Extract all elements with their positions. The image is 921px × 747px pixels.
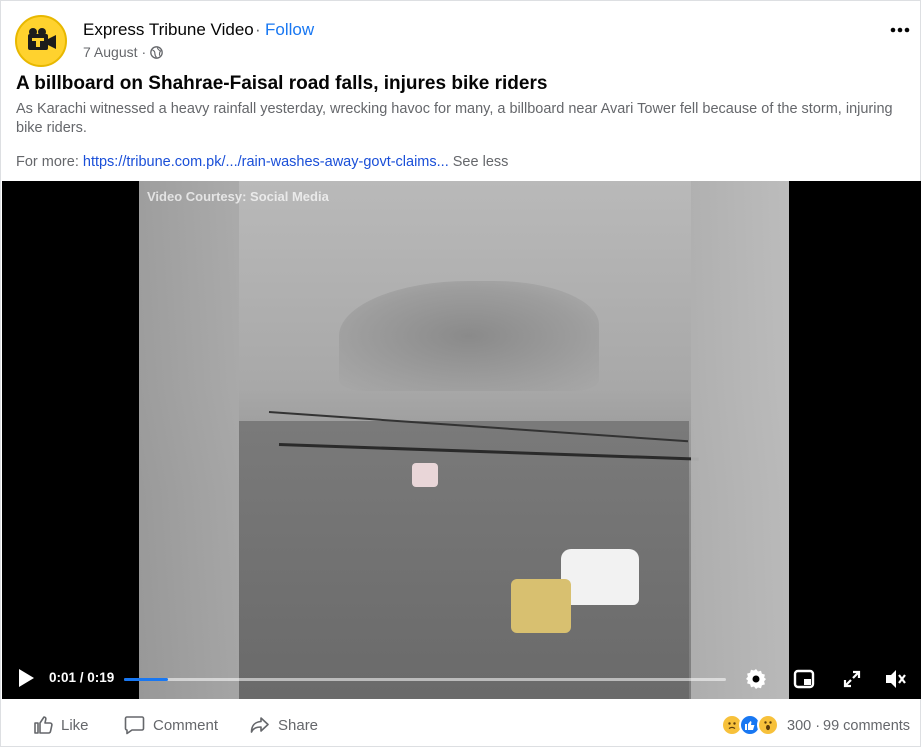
article-link[interactable]: https://tribune.com.pk/.../rain-washes-a… [83,154,449,170]
settings-button[interactable] [742,665,770,693]
fullscreen-icon [843,670,861,688]
comment-label: Comment [153,716,219,734]
like-label: Like [61,716,89,734]
time-display: 0:01 / 0:19 [49,670,115,685]
follow-button[interactable]: Follow [265,20,314,40]
play-icon [19,669,34,687]
more-prefix: For more: [16,154,83,170]
video-blur-left [139,181,239,699]
fullscreen-button[interactable] [838,665,866,693]
picture-in-picture-button[interactable] [790,665,818,693]
see-less-button[interactable]: See less [453,154,509,170]
post-body: As Karachi witnessed a heavy rainfall ye… [16,101,893,136]
settings-icon [746,669,766,689]
like-button[interactable]: Like [33,715,89,735]
camera-logo-icon [28,28,56,50]
video-player[interactable]: Video Courtesy: Social Media 0:01 / 0:19 [2,181,921,699]
page-name[interactable]: Express Tribune Video [83,20,254,40]
date-separator: · [141,44,147,60]
picture-in-picture-icon [793,669,815,689]
reaction-icons[interactable] [721,714,779,736]
video-frame[interactable]: Video Courtesy: Social Media [139,181,789,699]
wow-reaction-icon [757,714,779,736]
more-line: For more: https://tribune.com.pk/.../rai… [16,154,508,170]
video-watermark: Video Courtesy: Social Media [147,189,329,204]
mute-icon [886,670,906,688]
reaction-count[interactable]: 300 · [787,718,820,734]
play-button[interactable] [16,667,38,691]
progress-bar[interactable] [124,678,726,681]
video-controls: 0:01 / 0:19 [2,659,921,699]
share-icon [250,717,269,733]
share-label: Share [278,716,319,734]
post-meta: 7 August · [83,44,164,60]
more-options-icon [890,27,910,33]
like-icon [34,716,53,734]
video-trees [339,281,599,391]
header-separator: · [255,20,261,39]
comment-icon [124,716,145,735]
mute-button[interactable] [882,665,910,693]
post-title: A billboard on Shahrae-Faisal road falls… [16,73,548,94]
more-options-button[interactable] [885,15,915,45]
globe-icon [150,45,164,59]
page-avatar[interactable] [15,15,67,67]
share-button[interactable]: Share [250,715,318,735]
comments-count[interactable]: 99 comments [823,718,910,734]
video-blur-right [691,181,789,699]
video-car [561,549,639,605]
video-rickshaw [511,579,571,633]
comment-button[interactable]: Comment [124,715,218,735]
post-date[interactable]: 7 August [83,44,138,60]
progress-fill [124,678,168,681]
video-car [412,463,438,487]
post-card: Express Tribune Video · Follow 7 August … [0,0,921,747]
